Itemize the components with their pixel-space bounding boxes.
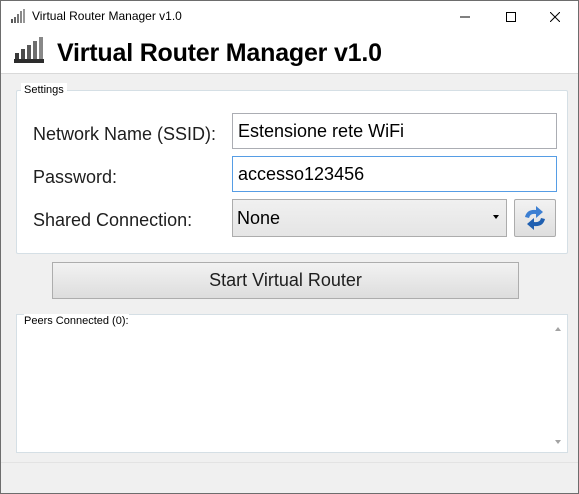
app-window: Virtual Router Manager v1.0 Virtual Rout… xyxy=(0,0,579,494)
chevron-down-icon xyxy=(493,215,499,219)
scroll-up-icon[interactable] xyxy=(555,327,561,331)
ssid-label: Network Name (SSID): xyxy=(33,124,217,144)
signal-bars-icon xyxy=(11,9,25,23)
peers-scrollbar[interactable] xyxy=(550,319,567,452)
ssid-input[interactable] xyxy=(232,113,557,149)
minimize-button[interactable] xyxy=(442,1,488,32)
peers-group: Peers Connected (0): xyxy=(16,314,568,453)
close-button[interactable] xyxy=(532,1,578,32)
shared-connection-value: None xyxy=(237,208,281,228)
settings-group: Settings Network Name (SSID): Password: … xyxy=(16,83,568,254)
minimize-icon xyxy=(460,16,470,17)
shared-connection-select[interactable]: None xyxy=(232,199,507,237)
start-router-button[interactable]: Start Virtual Router xyxy=(52,262,519,299)
router-signal-icon xyxy=(14,37,44,63)
status-bar xyxy=(1,462,578,493)
settings-legend: Settings xyxy=(21,83,67,97)
close-icon xyxy=(550,11,560,22)
refresh-connections-button[interactable] xyxy=(514,199,556,237)
page-title: Virtual Router Manager v1.0 xyxy=(57,39,382,67)
scroll-down-icon[interactable] xyxy=(555,440,561,444)
app-header: Virtual Router Manager v1.0 xyxy=(1,32,578,74)
maximize-button[interactable] xyxy=(488,1,534,32)
password-label: Password: xyxy=(33,167,118,187)
peers-label: Peers Connected (0): xyxy=(24,314,129,328)
password-input[interactable] xyxy=(232,156,557,192)
title-bar[interactable]: Virtual Router Manager v1.0 xyxy=(1,1,578,32)
refresh-arrows-icon xyxy=(525,206,545,230)
window-title: Virtual Router Manager v1.0 xyxy=(32,9,182,23)
maximize-icon xyxy=(506,11,516,22)
shared-connection-label: Shared Connection: xyxy=(33,210,193,230)
peers-list[interactable] xyxy=(17,328,553,452)
